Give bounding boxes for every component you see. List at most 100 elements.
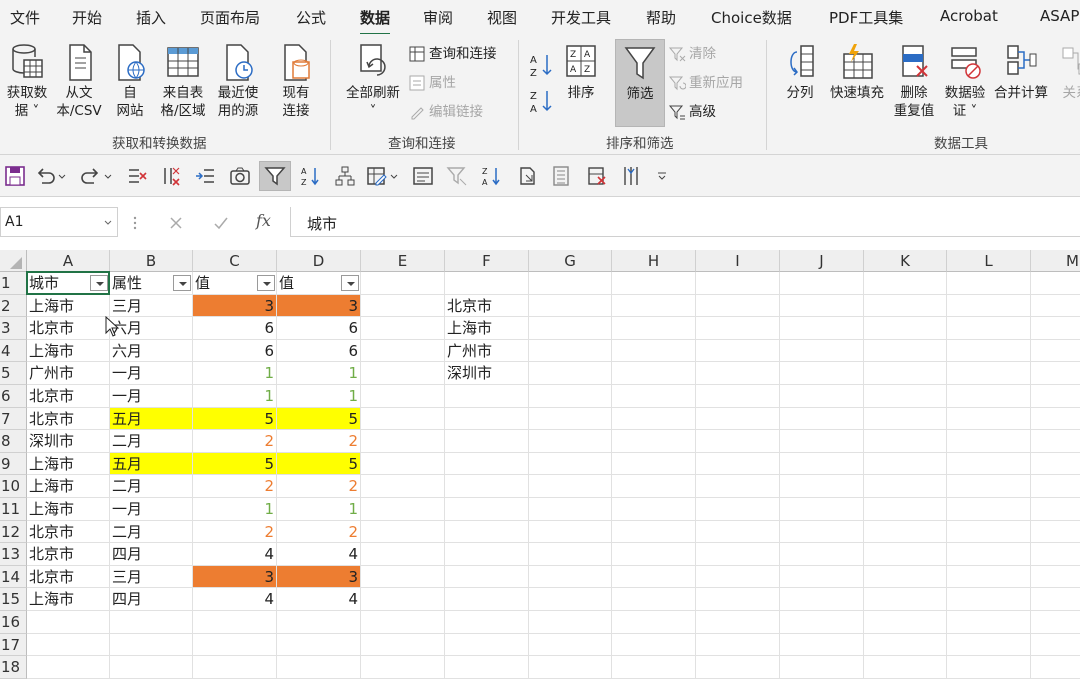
empty-cell[interactable] [780,656,864,679]
empty-cell[interactable] [612,317,696,340]
menu-tab[interactable]: 开发工具 [551,7,611,29]
empty-cell[interactable] [780,611,864,634]
city-cell[interactable]: 北京市 [27,317,110,340]
empty-cell[interactable] [529,520,612,544]
empty-cell[interactable] [1031,588,1080,611]
header-cell[interactable]: 城市 [27,272,110,295]
empty-cell[interactable] [864,272,947,295]
empty-cell[interactable] [864,611,947,634]
empty-cell[interactable] [947,430,1031,453]
row-header[interactable]: 7 [0,407,27,431]
city-cell[interactable]: 深圳市 [27,430,110,453]
save-icon[interactable] [4,165,26,187]
empty-cell[interactable] [361,385,445,408]
value-cell[interactable]: 1 [277,385,361,408]
empty-cell[interactable] [864,339,947,363]
copy-format-icon[interactable] [517,165,539,187]
filter-dropdown-button[interactable] [257,275,275,291]
empty-cell[interactable] [361,520,445,544]
empty-cell[interactable] [780,339,864,363]
attr-cell[interactable]: 二月 [110,430,193,453]
header-cell[interactable]: 属性 [110,272,193,295]
filter-dropdown-button[interactable] [90,275,108,291]
column-header[interactable]: I [696,250,780,272]
attr-cell[interactable]: 一月 [110,385,193,408]
empty-cell[interactable] [612,272,696,295]
value-cell[interactable]: 1 [193,385,277,408]
empty-cell[interactable] [696,565,780,589]
value-cell[interactable]: 1 [193,498,277,521]
row-header[interactable]: 14 [0,565,27,589]
empty-cell[interactable] [445,430,529,453]
from-table-range-button[interactable]: 来自表 格/区域 [156,42,210,120]
empty-cell[interactable] [361,272,445,295]
empty-cell[interactable] [947,317,1031,340]
empty-cell[interactable] [445,475,529,498]
insert-function-button[interactable]: fx [256,211,271,230]
empty-cell[interactable] [696,611,780,634]
camera-icon[interactable] [229,165,251,187]
refresh-all-button[interactable]: 全部刷新 ˅ [340,42,406,120]
row-header[interactable]: 4 [0,339,27,363]
empty-cell[interactable] [780,407,864,431]
empty-cell[interactable] [1031,385,1080,408]
filter-dropdown-button[interactable] [173,275,191,291]
get-data-button[interactable]: 获取数 据 ˅ [2,42,52,120]
empty-cell[interactable] [277,611,361,634]
empty-cell[interactable] [780,588,864,611]
value-cell[interactable]: 3 [277,294,361,318]
value-cell[interactable]: 6 [277,317,361,340]
empty-cell[interactable] [529,430,612,453]
menu-tab[interactable]: 帮助 [646,7,676,29]
city-cell[interactable]: 上海市 [27,294,110,318]
empty-cell[interactable] [696,317,780,340]
menu-tab[interactable]: 视图 [487,7,517,29]
empty-cell[interactable] [947,633,1031,657]
empty-cell[interactable] [696,385,780,408]
customize-qat-icon[interactable] [655,165,669,187]
empty-cell[interactable] [612,633,696,657]
empty-cell[interactable] [445,611,529,634]
relationships-button[interactable]: 关系 [1056,42,1080,102]
empty-cell[interactable] [27,633,110,657]
empty-cell[interactable] [947,565,1031,589]
empty-cell[interactable] [864,543,947,566]
value-cell[interactable]: 4 [277,588,361,611]
empty-cell[interactable] [361,317,445,340]
empty-cell[interactable] [947,385,1031,408]
empty-cell[interactable] [696,588,780,611]
empty-cell[interactable] [361,543,445,566]
empty-cell[interactable] [361,294,445,318]
formula-input[interactable]: 城市 [290,207,1080,237]
empty-cell[interactable] [612,385,696,408]
consolidate-button[interactable]: 合并计算 [992,42,1050,102]
attr-cell[interactable]: 三月 [110,565,193,589]
empty-cell[interactable] [612,452,696,476]
empty-cell[interactable] [1031,498,1080,521]
city-cell[interactable]: 北京市 [27,407,110,431]
empty-cell[interactable] [361,475,445,498]
delete-sheet-icon[interactable] [586,165,608,187]
value-cell[interactable]: 2 [193,520,277,544]
empty-cell[interactable] [1031,521,1080,544]
empty-cell[interactable] [612,430,696,453]
empty-cell[interactable] [696,633,780,657]
column-header[interactable]: G [529,250,612,272]
empty-cell[interactable] [445,520,529,544]
row-header[interactable]: 11 [0,498,27,521]
edit-links-button[interactable]: 编辑链接 [408,102,483,122]
empty-cell[interactable] [947,407,1031,431]
undo-dropdown-icon[interactable] [56,165,68,187]
text-to-columns-button[interactable]: 分列 [780,42,820,102]
clear-filter-button[interactable]: 清除 [668,44,716,64]
empty-cell[interactable] [947,498,1031,521]
empty-cell[interactable] [361,588,445,611]
value-cell[interactable]: 3 [193,294,277,318]
column-header[interactable]: D [277,250,361,272]
row-header[interactable]: 16 [0,611,27,634]
row-header[interactable]: 3 [0,317,27,340]
value-cell[interactable]: 3 [193,565,277,589]
criteria-cell[interactable]: 上海市 [445,317,529,340]
value-cell[interactable]: 1 [193,362,277,385]
column-header[interactable]: M [1031,250,1080,272]
